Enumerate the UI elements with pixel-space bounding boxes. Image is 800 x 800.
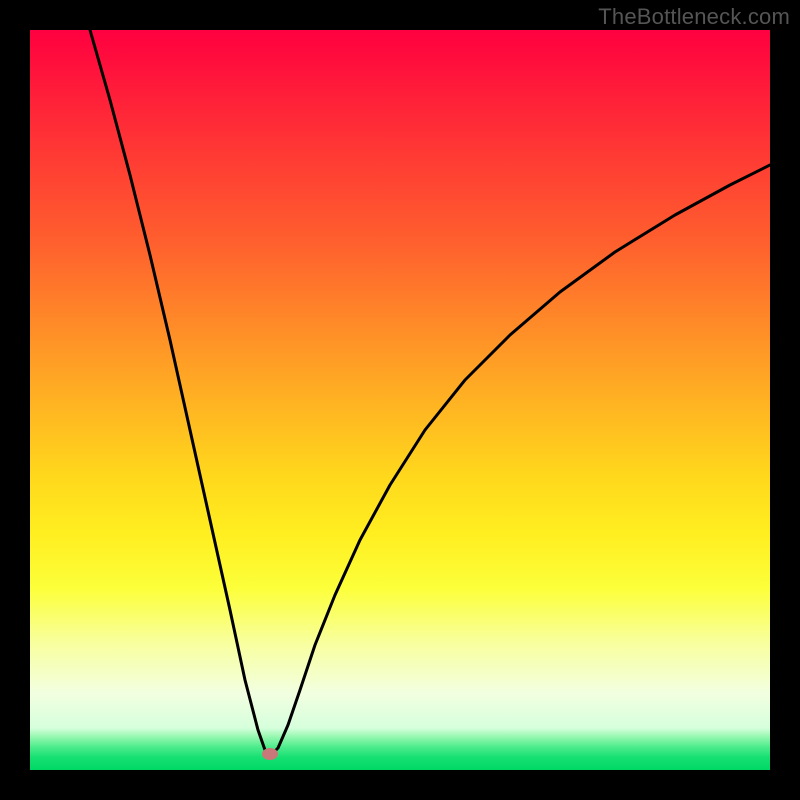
green-band [30,728,770,770]
gradient-background [30,30,770,728]
watermark-text: TheBottleneck.com [598,4,790,30]
chart-container: TheBottleneck.com [0,0,800,800]
optimal-point-marker [262,748,278,760]
plot-area [30,30,770,770]
